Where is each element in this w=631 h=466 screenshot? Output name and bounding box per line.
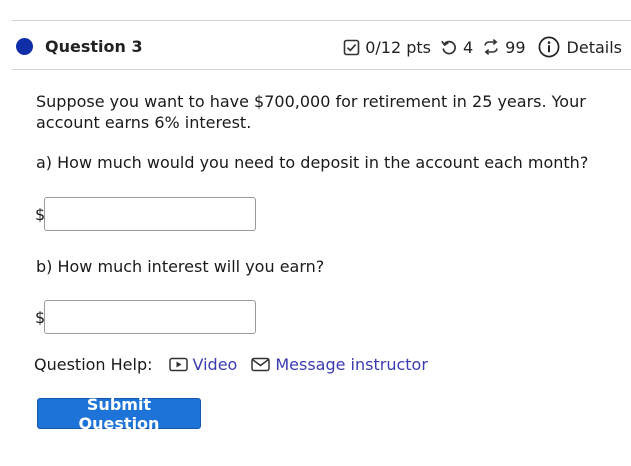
question-status-dot xyxy=(16,38,33,55)
question-meta: 0/12 pts 4 99 Details xyxy=(343,36,622,58)
details-button[interactable]: Details xyxy=(538,36,622,58)
top-divider xyxy=(12,20,631,21)
versions-icon xyxy=(482,38,500,56)
part-b-text: b) How much interest will you earn? xyxy=(36,257,325,276)
part-a-text: a) How much would you need to deposit in… xyxy=(36,153,589,172)
question-title: Question 3 xyxy=(45,37,143,56)
score-text: 0/12 pts xyxy=(365,37,431,57)
details-label: Details xyxy=(566,37,622,57)
question-help-label: Question Help: xyxy=(34,355,153,374)
info-icon xyxy=(538,36,560,58)
question-help-row: Question Help: Video Message instructor xyxy=(34,355,428,374)
part-b-answer-input[interactable] xyxy=(44,300,256,334)
versions-count: 99 xyxy=(505,37,526,57)
message-instructor-label: Message instructor xyxy=(275,355,428,374)
video-link[interactable]: Video xyxy=(168,355,238,374)
message-instructor-link[interactable]: Message instructor xyxy=(251,355,428,374)
video-icon xyxy=(168,357,188,372)
question-prompt: Suppose you want to have $700,000 for re… xyxy=(36,92,586,132)
video-label: Video xyxy=(192,355,238,374)
attempts-count: 4 xyxy=(462,37,474,57)
part-a-answer-input[interactable] xyxy=(44,197,256,231)
checkbox-check-icon xyxy=(343,39,360,56)
retry-icon xyxy=(440,38,458,56)
envelope-icon xyxy=(251,357,271,372)
submit-question-button[interactable]: Submit Question xyxy=(37,395,201,433)
header-divider xyxy=(12,69,631,70)
